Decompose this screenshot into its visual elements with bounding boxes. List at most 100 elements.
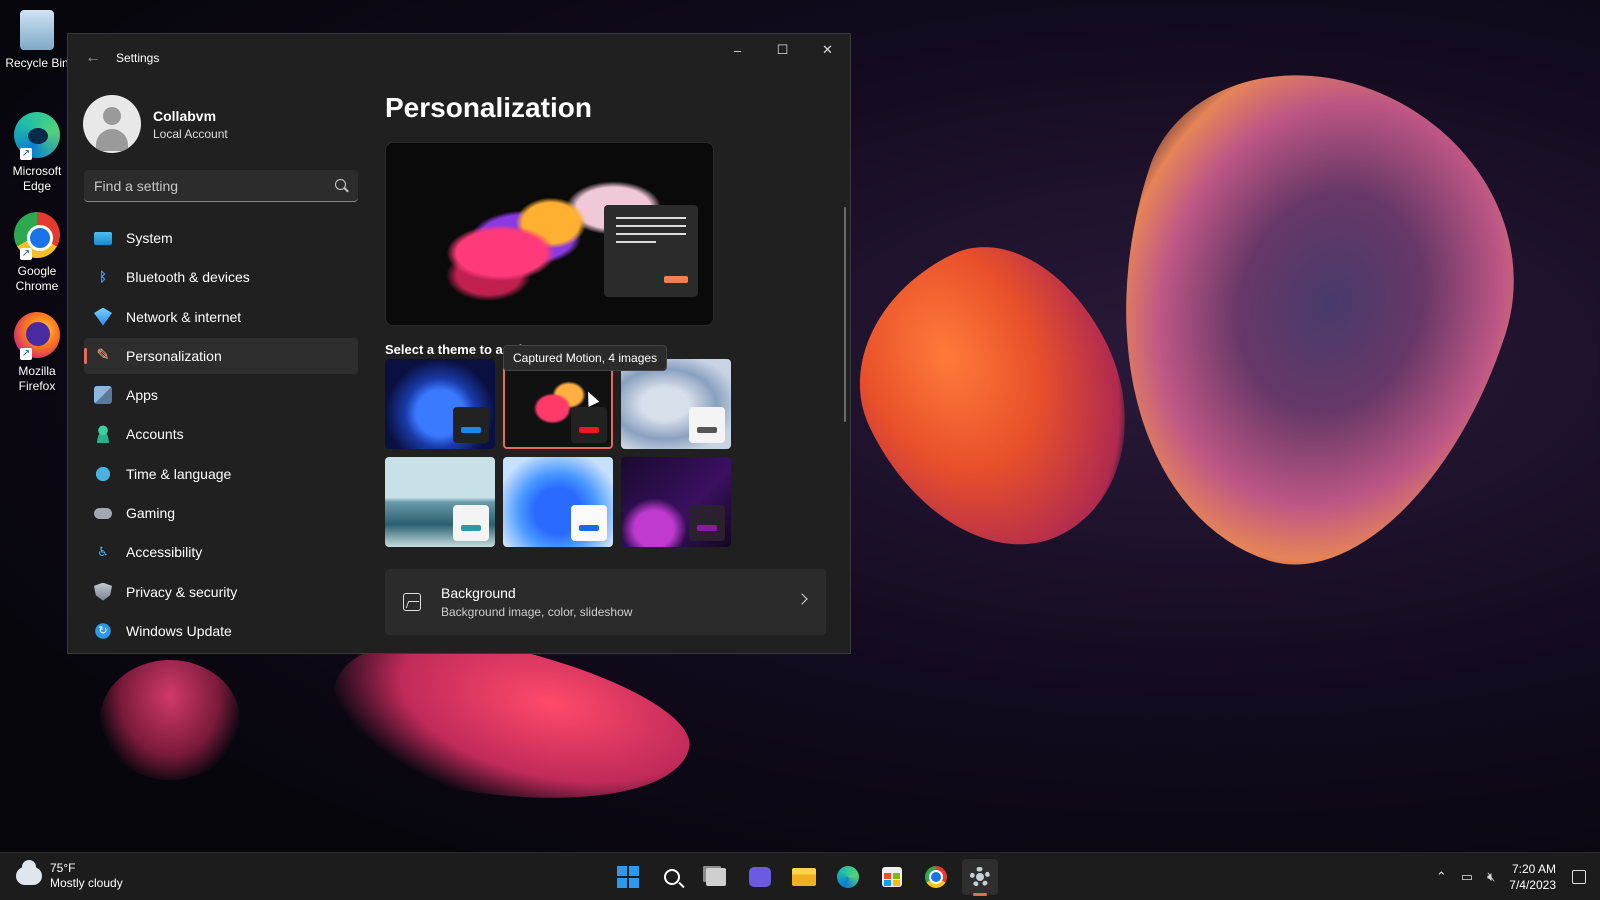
- search-input[interactable]: [84, 177, 319, 194]
- sidebar-item-label: System: [126, 230, 173, 246]
- volume-muted-icon[interactable]: 🔇︎: [1487, 869, 1495, 885]
- network-status-icon[interactable]: ▭: [1461, 869, 1473, 885]
- store-button[interactable]: [874, 859, 910, 895]
- scrollbar[interactable]: [844, 207, 846, 422]
- sidebar-item-windows-update[interactable]: ↻ Windows Update: [84, 613, 358, 649]
- file-explorer-icon: [792, 868, 816, 886]
- sidebar-item-label: Gaming: [126, 505, 176, 522]
- sidebar-item-label: Time & language: [126, 465, 232, 482]
- back-button[interactable]: ←: [80, 45, 106, 71]
- taskbar-apps: [610, 859, 1006, 896]
- firefox-icon: ↗: [14, 312, 60, 360]
- edge-icon: ↗: [14, 112, 60, 160]
- back-arrow-icon: ←: [85, 49, 101, 66]
- accounts-icon: [94, 425, 112, 444]
- maximize-button[interactable]: ☐: [760, 34, 805, 66]
- desktop-icon-label: Microsoft Edge: [12, 164, 62, 193]
- sidebar-item-accounts[interactable]: Accounts: [84, 416, 358, 452]
- clock[interactable]: 7:20 AM 7/4/2023: [1509, 861, 1556, 893]
- chevron-up-icon[interactable]: ⌃: [1436, 869, 1447, 885]
- clock-time: 7:20 AM: [1511, 862, 1556, 876]
- sidebar-item-accessibility[interactable]: ♿ Accessibility: [84, 534, 358, 570]
- search-icon[interactable]: [335, 179, 346, 190]
- system-icon: [94, 231, 112, 245]
- sidebar-item-label: Accounts: [126, 426, 184, 443]
- store-icon: [882, 867, 902, 887]
- clock-date: 7/4/2023: [1509, 878, 1556, 892]
- profile-account-type: Local Account: [153, 126, 228, 141]
- sidebar-item-bluetooth[interactable]: ᛒ Bluetooth & devices: [84, 259, 358, 295]
- weather-widget[interactable]: 75°F Mostly cloudy: [16, 860, 123, 891]
- sidebar-item-system[interactable]: System: [84, 220, 358, 256]
- desktop-icon-label: Google Chrome: [15, 264, 59, 293]
- minimize-button[interactable]: –: [715, 34, 760, 66]
- chrome-icon: ↗: [14, 212, 60, 260]
- sidebar-item-label: Network & internet: [126, 308, 242, 325]
- desktop-icon-recycle-bin[interactable]: Recycle Bin: [0, 6, 74, 106]
- chrome-icon: [925, 866, 947, 888]
- chat-icon: [749, 867, 771, 887]
- theme-tooltip: Captured Motion, 4 images: [503, 345, 668, 371]
- theme-chip: [453, 505, 489, 541]
- wallpaper-petal: [1045, 31, 1565, 609]
- sidebar-item-label: Privacy & security: [126, 583, 238, 600]
- preview-accent-button: [664, 276, 688, 283]
- settings-button[interactable]: [962, 859, 998, 896]
- theme-tile-selected[interactable]: [503, 359, 613, 449]
- theme-chip: [571, 505, 607, 541]
- preview-line: [616, 225, 686, 227]
- theme-tile[interactable]: [621, 457, 731, 547]
- chevron-right-icon: [796, 593, 808, 605]
- desktop-icon-edge[interactable]: ↗ Microsoft Edge: [0, 108, 74, 208]
- background-setting-card[interactable]: Background Background image, color, slid…: [385, 569, 826, 635]
- sidebar-item-network[interactable]: Network & internet: [84, 299, 358, 335]
- settings-window: ← Settings – ☐ ✕ Collabvm Local Account …: [67, 33, 851, 654]
- search-box: [84, 170, 358, 202]
- close-button[interactable]: ✕: [805, 34, 850, 66]
- sidebar-item-time-language[interactable]: Time & language: [84, 456, 358, 492]
- sidebar-item-label: Apps: [126, 387, 158, 404]
- start-icon: [617, 866, 639, 888]
- main-content: Personalization Select a theme to apply …: [385, 82, 850, 653]
- sidebar-item-privacy[interactable]: Privacy & security: [84, 574, 358, 610]
- wallpaper-petal-left: [100, 660, 240, 780]
- theme-tile[interactable]: [503, 457, 613, 547]
- weather-condition: Mostly cloudy: [50, 876, 123, 890]
- theme-tile[interactable]: [385, 457, 495, 547]
- edge-icon: [837, 866, 859, 888]
- avatar: [83, 95, 141, 153]
- page-title: Personalization: [385, 92, 592, 123]
- start-button[interactable]: [610, 859, 646, 895]
- task-view-button[interactable]: [698, 859, 734, 895]
- preview-line: [616, 217, 686, 219]
- desktop-icon-firefox[interactable]: ↗ Mozilla Firefox: [0, 308, 74, 408]
- notification-icon[interactable]: [1572, 870, 1586, 884]
- user-profile[interactable]: Collabvm Local Account: [68, 82, 368, 158]
- card-title: Background: [441, 585, 516, 601]
- windows-update-icon: ↻: [94, 621, 112, 640]
- taskbar-search-button[interactable]: [654, 859, 690, 895]
- profile-name: Collabvm: [153, 107, 217, 124]
- sidebar-item-apps[interactable]: Apps: [84, 377, 358, 413]
- privacy-icon: [94, 582, 112, 601]
- sidebar: Collabvm Local Account System ᛒ Bluetoot…: [68, 82, 368, 653]
- weather-temp: 75°F: [50, 861, 76, 875]
- theme-tile[interactable]: [621, 359, 731, 449]
- theme-chip: [689, 407, 725, 443]
- title-bar[interactable]: ← Settings – ☐ ✕: [68, 34, 850, 82]
- sidebar-item-gaming[interactable]: Gaming: [84, 495, 358, 531]
- chat-button[interactable]: [742, 859, 778, 895]
- edge-button[interactable]: [830, 859, 866, 895]
- desktop-icon-chrome[interactable]: ↗ Google Chrome: [0, 208, 74, 308]
- chrome-button[interactable]: [918, 859, 954, 895]
- theme-chip: [453, 407, 489, 443]
- theme-tile[interactable]: [385, 359, 495, 449]
- file-explorer-button[interactable]: [786, 859, 822, 895]
- shortcut-arrow-icon: ↗: [20, 248, 32, 260]
- wallpaper-petal-orange: [818, 211, 1172, 589]
- theme-preview: [385, 142, 714, 326]
- cloud-icon: [16, 860, 42, 885]
- gaming-icon: [94, 507, 112, 519]
- sidebar-item-personalization[interactable]: ✎ Personalization: [84, 337, 358, 374]
- theme-chip: [571, 407, 607, 443]
